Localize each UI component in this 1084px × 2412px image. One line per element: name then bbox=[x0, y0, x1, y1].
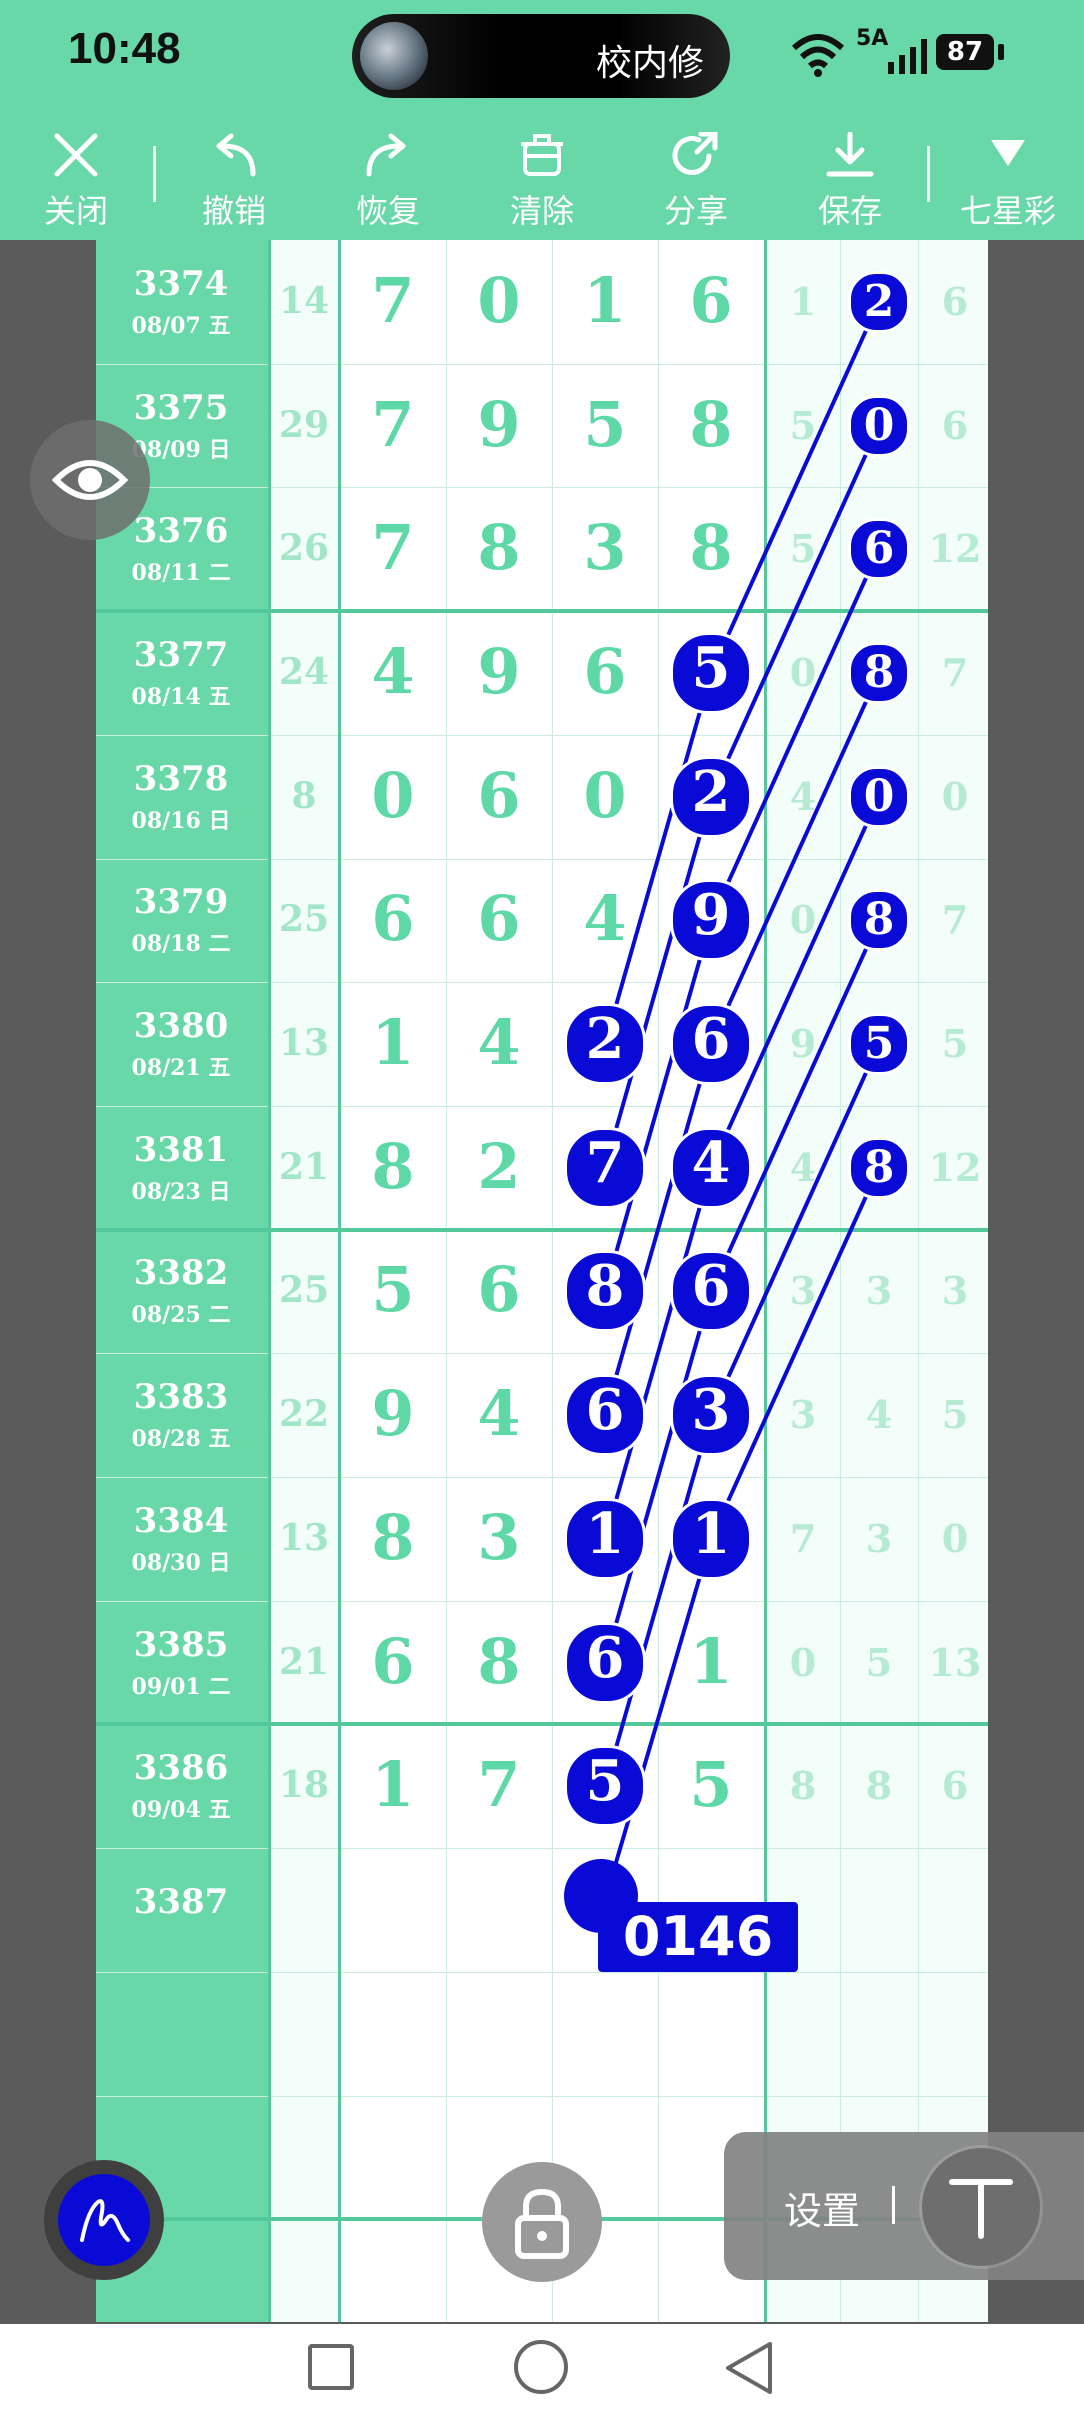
highlighted-number-ball[interactable]: 8 bbox=[564, 1250, 646, 1333]
trend-link-line bbox=[709, 1166, 881, 1540]
trend-link-line bbox=[709, 919, 881, 1293]
selected-numbers-label[interactable]: 0146十 bbox=[598, 1902, 798, 2038]
highlighted-number-ball[interactable]: 8 bbox=[848, 1136, 910, 1199]
trend-link-line bbox=[709, 424, 881, 798]
settings-panel: 设置 bbox=[724, 2132, 1084, 2280]
trend-link-line bbox=[709, 672, 881, 1045]
eye-icon bbox=[51, 460, 129, 500]
highlighted-number-ball[interactable]: 8 bbox=[848, 889, 910, 952]
highlighted-number-ball[interactable]: 5 bbox=[670, 631, 752, 714]
highlighted-number-ball[interactable]: 8 bbox=[848, 641, 910, 704]
highlighted-number-ball[interactable]: 1 bbox=[564, 1497, 646, 1580]
highlighted-number-ball[interactable]: 6 bbox=[564, 1374, 646, 1457]
visibility-toggle-button[interactable] bbox=[30, 420, 150, 540]
trend-lines bbox=[603, 301, 881, 1901]
highlighted-number-ball[interactable]: 1 bbox=[670, 1497, 752, 1580]
lock-icon bbox=[515, 2188, 569, 2259]
recents-button[interactable] bbox=[308, 2344, 354, 2390]
highlighted-number-ball[interactable]: 5 bbox=[848, 1013, 910, 1076]
text-tool-button[interactable] bbox=[922, 2148, 1040, 2266]
highlighted-number-ball[interactable]: 6 bbox=[564, 1621, 646, 1704]
signature-pen-icon bbox=[80, 2199, 130, 2242]
highlighted-number-ball[interactable]: 5 bbox=[564, 1745, 646, 1828]
highlighted-number-ball[interactable]: 7 bbox=[564, 1126, 646, 1209]
pen-tool-button[interactable] bbox=[44, 2160, 164, 2280]
lock-button[interactable] bbox=[482, 2162, 602, 2282]
highlighted-number-ball[interactable]: 0 bbox=[848, 394, 910, 457]
highlighted-number-ball[interactable]: 3 bbox=[670, 1374, 752, 1457]
back-button[interactable] bbox=[722, 2340, 776, 2396]
highlighted-number-ball[interactable]: 0 bbox=[848, 765, 910, 828]
trend-link-line bbox=[603, 1538, 713, 1901]
highlighted-number-ball[interactable]: 2 bbox=[564, 1003, 646, 1086]
highlighted-number-ball[interactable]: 9 bbox=[670, 879, 752, 962]
highlighted-number-ball[interactable]: 4 bbox=[670, 1126, 752, 1209]
highlighted-number-ball[interactable]: 6 bbox=[670, 1250, 752, 1333]
divider bbox=[892, 2186, 895, 2224]
settings-button[interactable]: 设置 bbox=[784, 2180, 860, 2235]
trend-link-line bbox=[709, 301, 881, 674]
pen-color bbox=[58, 2174, 150, 2266]
trend-link-line bbox=[709, 795, 881, 1169]
highlighted-number-ball[interactable]: 2 bbox=[670, 755, 752, 838]
highlighted-number-ball[interactable]: 6 bbox=[848, 518, 910, 581]
home-button[interactable] bbox=[514, 2340, 568, 2394]
trend-link-line bbox=[709, 548, 881, 922]
trend-link-line bbox=[709, 1043, 881, 1416]
navigation-bar bbox=[0, 2324, 1084, 2412]
highlighted-number-ball[interactable]: 6 bbox=[670, 1003, 752, 1086]
text-t-icon bbox=[949, 2179, 1013, 2239]
highlighted-number-ball[interactable]: 2 bbox=[848, 270, 910, 333]
